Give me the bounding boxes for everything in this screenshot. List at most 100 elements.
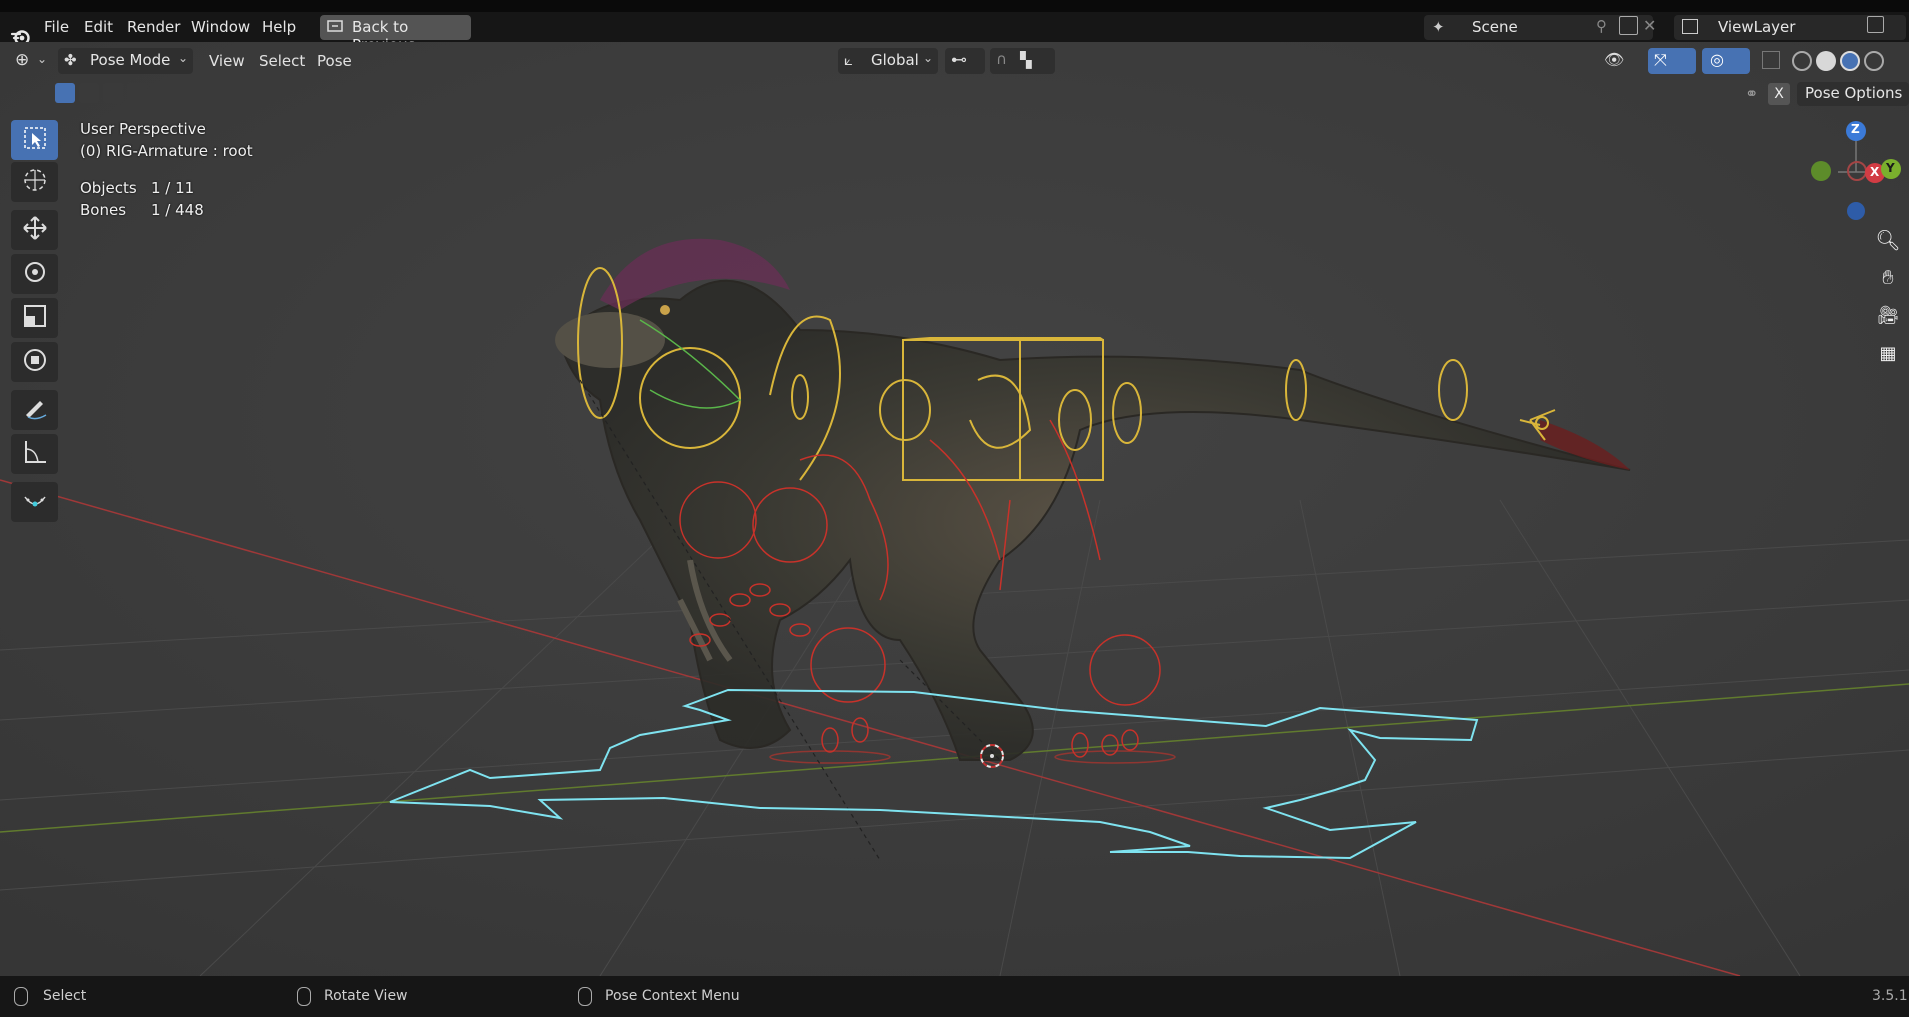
menu-render[interactable]: Render xyxy=(127,12,180,42)
menu-help[interactable]: Help xyxy=(262,12,296,42)
status-bar: Select Rotate View Pose Context Menu 3.5… xyxy=(0,976,1909,1017)
symmetry-icon: ⚭ xyxy=(1745,84,1759,103)
annotate-tool[interactable] xyxy=(11,390,58,430)
measure-tool[interactable] xyxy=(11,434,58,474)
orientation-icon: ⟀ xyxy=(844,51,853,69)
pivot-point-selector[interactable]: ⊷ xyxy=(945,48,985,74)
move-tool[interactable] xyxy=(11,210,58,250)
orientation-label: Global xyxy=(871,51,919,69)
rendered-shading-icon[interactable] xyxy=(1864,51,1884,71)
menu-view[interactable]: View xyxy=(209,49,245,73)
menu-select[interactable]: Select xyxy=(259,49,305,73)
transform-tool[interactable] xyxy=(11,342,58,382)
fullscreen-back-icon xyxy=(327,20,343,38)
menu-window[interactable]: Window xyxy=(191,12,250,42)
mode-selector[interactable]: ✤ Pose Mode ⌄ xyxy=(58,48,193,74)
overlay-toggle[interactable]: ◎ xyxy=(1702,48,1750,74)
select-box-tool[interactable] xyxy=(11,120,58,160)
scale-tool[interactable] xyxy=(11,298,58,338)
scene-selector[interactable]: ✦ Scene ⚲ ✕ xyxy=(1424,15,1656,40)
gizmo-z-label: Z xyxy=(1851,122,1860,136)
menu-file[interactable]: File xyxy=(44,12,69,42)
mode-label: Pose Mode xyxy=(90,51,171,69)
gizmo-toggle[interactable]: ⤧ xyxy=(1648,48,1696,74)
transform-orientation-selector[interactable]: ⟀ Global ⌄ xyxy=(838,48,938,74)
eye-icon: 👁 xyxy=(1604,50,1625,69)
viewlayer-icon xyxy=(1682,19,1698,34)
x-mirror-button[interactable]: X xyxy=(1768,83,1790,105)
camera-view-button[interactable]: 🎥︎ xyxy=(1871,298,1905,332)
mouse-middle-icon xyxy=(297,987,311,1006)
cursor-tool[interactable] xyxy=(11,162,58,202)
select-invert-icon[interactable] xyxy=(127,83,147,103)
scene-icon: ✦ xyxy=(1432,18,1445,36)
pose-mode-icon: ✤ xyxy=(64,51,77,69)
scale-icon xyxy=(22,303,48,333)
gizmo-x-label: X xyxy=(1870,165,1880,179)
3d-view-icon: ⊕ xyxy=(15,50,30,70)
overlay-icon: ◎ xyxy=(1710,50,1724,69)
pose-options-label: Pose Options xyxy=(1805,84,1903,102)
mouse-left-icon xyxy=(14,987,28,1006)
magnet-icon[interactable]: ∩ xyxy=(996,50,1007,68)
select-intersect-icon[interactable] xyxy=(151,83,171,103)
zoom-button[interactable]: 🔍︎ xyxy=(1871,223,1905,257)
viewlayer-selector[interactable]: ViewLayer xyxy=(1674,15,1906,40)
relax-pose-tool[interactable] xyxy=(11,482,58,522)
material-shading-icon[interactable] xyxy=(1840,51,1860,71)
chevron-down-icon: ⌄ xyxy=(923,51,934,65)
chevron-down-icon: ⌄ xyxy=(178,51,189,65)
visibility-selector[interactable]: 👁 xyxy=(1600,48,1640,74)
stats-objects-value: 1 / 11 xyxy=(151,179,195,197)
transform-icon xyxy=(22,347,48,377)
xray-icon[interactable] xyxy=(1762,51,1780,69)
new-scene-icon[interactable] xyxy=(1619,16,1638,35)
pose-options-dropdown[interactable]: Pose Options xyxy=(1797,82,1909,106)
rotate-tool[interactable] xyxy=(11,254,58,294)
hand-icon: ✋︎ xyxy=(1882,265,1894,289)
zoom-icon: 🔍︎ xyxy=(1875,228,1901,252)
menu-edit[interactable]: Edit xyxy=(84,12,113,42)
select-extend-icon[interactable] xyxy=(79,83,99,103)
close-icon[interactable]: ✕ xyxy=(1643,16,1656,35)
annotate-icon xyxy=(22,395,48,425)
3d-viewport[interactable] xyxy=(0,42,1909,976)
status-middle-label: Rotate View xyxy=(324,988,408,1004)
select-new-icon[interactable] xyxy=(55,83,75,103)
new-viewlayer-icon[interactable] xyxy=(1867,16,1884,33)
version-label: 3.5.1 xyxy=(1872,988,1908,1004)
rotate-icon xyxy=(22,259,48,289)
mouse-right-icon xyxy=(578,987,592,1006)
stats-objects-label: Objects xyxy=(80,179,137,197)
view-name: User Perspective xyxy=(80,120,206,138)
select-subtract-icon[interactable] xyxy=(103,83,123,103)
stats-bones-label: Bones xyxy=(80,201,127,219)
editor-type-selector[interactable]: ⊕ ⌄ xyxy=(12,48,50,74)
wireframe-shading-icon[interactable] xyxy=(1792,51,1812,71)
navigation-gizmo[interactable]: Z X Y xyxy=(1800,116,1909,226)
select-box-icon xyxy=(23,126,47,154)
snap-grid-icon[interactable]: ▚ xyxy=(1020,51,1032,69)
relax-pose-icon xyxy=(22,487,48,517)
cursor-icon xyxy=(22,167,48,197)
select-mode-buttons[interactable] xyxy=(55,83,175,105)
solid-shading-icon[interactable] xyxy=(1816,51,1836,71)
gizmo-y-label: Y xyxy=(1886,161,1895,175)
chevron-down-icon: ⌄ xyxy=(37,52,48,66)
stats-bones-value: 1 / 448 xyxy=(151,201,204,219)
ruler-icon xyxy=(22,439,48,469)
pin-icon[interactable]: ⚲ xyxy=(1596,17,1607,35)
gizmo-icon: ⤧ xyxy=(1654,50,1667,69)
status-left-label: Select xyxy=(43,988,87,1004)
status-right-label: Pose Context Menu xyxy=(605,988,740,1004)
active-object-label: (0) RIG-Armature : root xyxy=(80,142,253,160)
pan-button[interactable]: ✋︎ xyxy=(1871,260,1905,294)
grid-perspective-icon: ▦ xyxy=(1879,342,1897,364)
back-to-previous-button[interactable]: Back to Previous xyxy=(320,15,471,54)
pivot-icon: ⊷ xyxy=(951,50,967,69)
viewlayer-name: ViewLayer xyxy=(1718,18,1796,36)
snapping-controls[interactable]: ∩ ▚ xyxy=(990,48,1055,74)
menu-pose[interactable]: Pose xyxy=(317,49,352,73)
perspective-toggle-button[interactable]: ▦ xyxy=(1871,336,1905,370)
scene-name: Scene xyxy=(1472,18,1518,36)
